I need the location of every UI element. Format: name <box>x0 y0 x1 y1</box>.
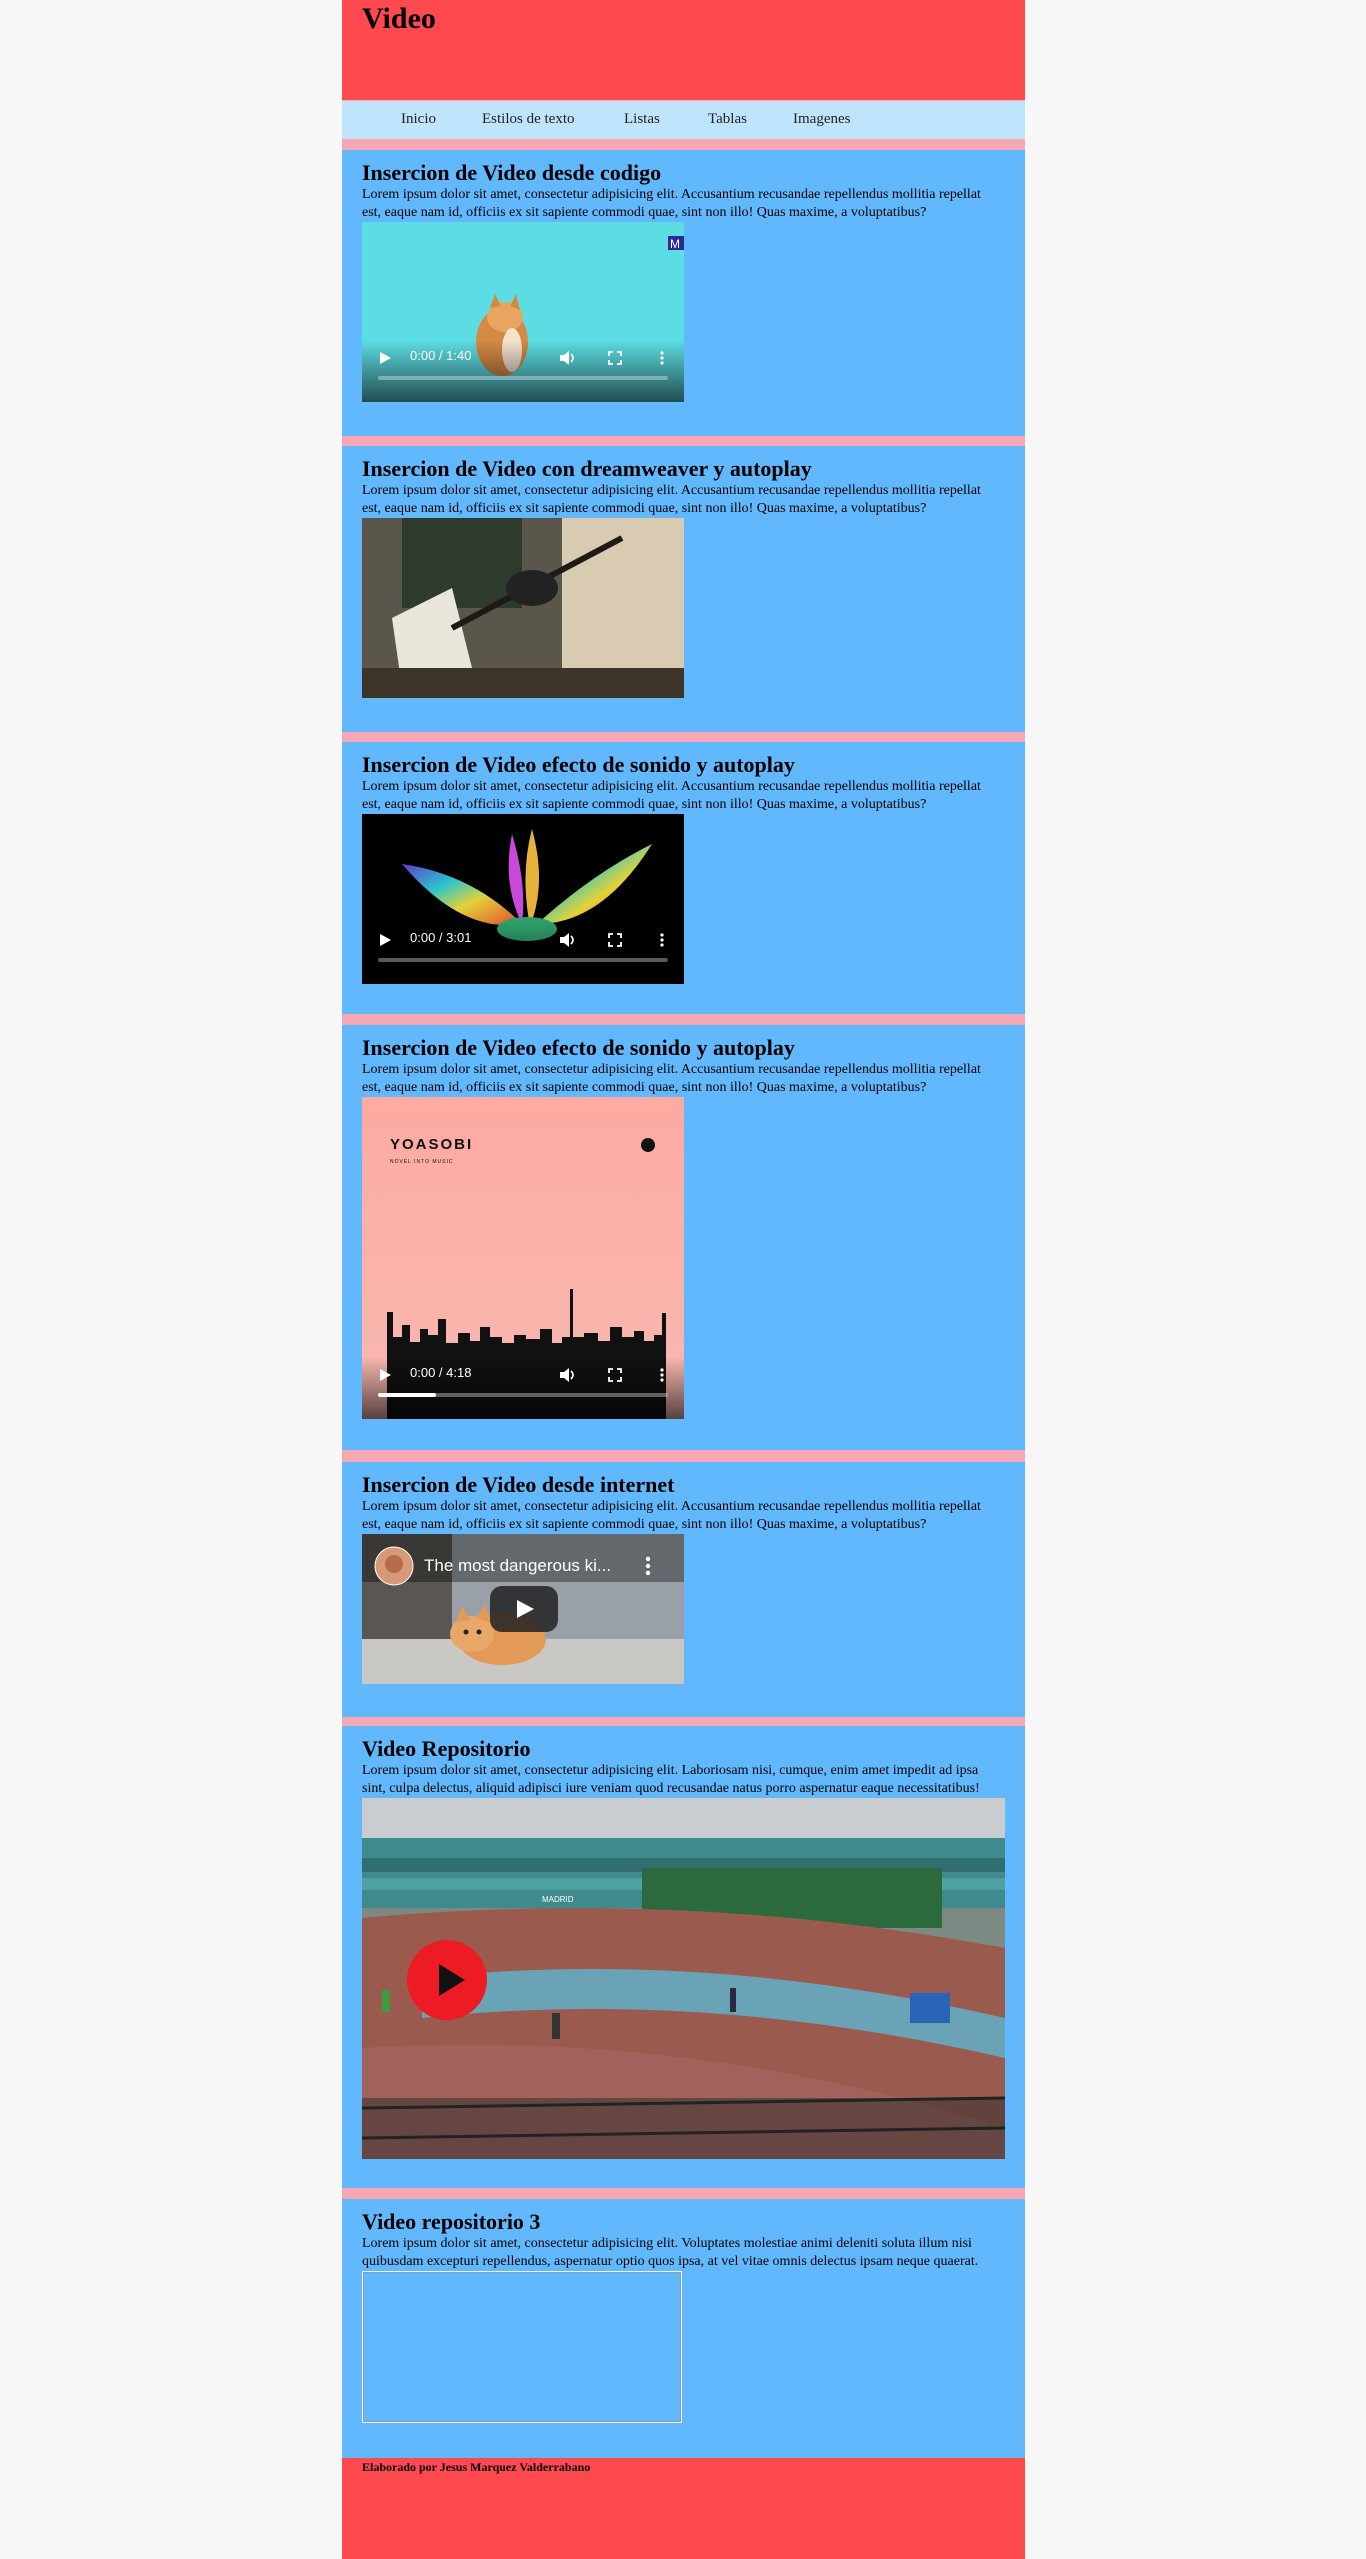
section-text: Lorem ipsum dolor sit amet, consectetur … <box>362 1499 981 1532</box>
section-video-internet: Insercion de Video desde internet Lorem … <box>342 1462 1025 1717</box>
fullscreen-icon[interactable] <box>608 1368 622 1382</box>
section-video-repositorio: Video Repositorio Lorem ipsum dolor sit … <box>342 1726 1025 2188</box>
play-icon[interactable] <box>378 933 392 947</box>
section-text: Lorem ipsum dolor sit amet, consectetur … <box>362 2236 979 2269</box>
more-options-icon[interactable] <box>660 351 664 365</box>
svg-text:M: M <box>670 237 680 251</box>
red-play-button[interactable] <box>407 1940 487 2020</box>
section-video-repositorio-3: Video repositorio 3 Lorem ipsum dolor si… <box>342 2199 1025 2458</box>
video-controls: 0:00 / 1:40 <box>362 340 684 402</box>
section-video-dreamweaver: Insercion de Video con dreamweaver y aut… <box>342 446 1025 732</box>
play-icon <box>439 1964 465 1996</box>
volume-icon[interactable] <box>559 933 577 947</box>
play-icon[interactable] <box>378 1368 392 1382</box>
section-title: Insercion de Video efecto de sonido y au… <box>362 752 795 777</box>
more-options-icon[interactable] <box>660 1368 664 1382</box>
arena-banner: MADRID <box>542 1895 574 1904</box>
video-time: 0:00 / 1:40 <box>410 348 472 363</box>
video-progress-bar[interactable] <box>378 376 668 380</box>
nav-link-tablas[interactable]: Tablas <box>708 111 747 128</box>
section-video-codigo: Insercion de Video desde codigo Lorem ip… <box>342 150 1025 436</box>
volume-icon[interactable] <box>559 351 577 365</box>
page-title: Video <box>362 2 436 35</box>
poster-brand: YOASOBI <box>390 1136 473 1153</box>
video-time: 0:00 / 3:01 <box>410 930 472 945</box>
video-controls: 0:00 / 4:18 <box>362 1357 684 1419</box>
embed-title[interactable]: The most dangerous ki... <box>424 1556 611 1576</box>
empty-video-frame[interactable] <box>362 2271 682 2423</box>
video-player[interactable] <box>362 518 684 698</box>
video-player[interactable]: M 0:00 / 1:40 <box>362 222 684 402</box>
section-text: Lorem ipsum dolor sit amet, consectetur … <box>362 483 981 516</box>
fullscreen-icon[interactable] <box>608 933 622 947</box>
section-video-sonido-1: Insercion de Video efecto de sonido y au… <box>342 742 1025 1014</box>
repository-video[interactable]: MADRID <box>362 1798 1005 2159</box>
fullscreen-icon[interactable] <box>608 351 622 365</box>
section-title: Insercion de Video desde internet <box>362 1472 675 1497</box>
section-title: Insercion de Video con dreamweaver y aut… <box>362 456 812 481</box>
embed-more-icon[interactable] <box>645 1556 651 1581</box>
shamisen-video-frame <box>362 518 684 698</box>
section-title: Video Repositorio <box>362 1736 531 1761</box>
video-player[interactable]: 0:00 / 3:01 <box>362 814 684 984</box>
video-progress-fill <box>378 1393 436 1397</box>
poster-subtitle: NOVEL INTO MUSIC <box>390 1159 454 1165</box>
video-time: 0:00 / 4:18 <box>410 1365 472 1380</box>
page-container: Video Inicio Estilos de texto Listas Tab… <box>342 0 1025 2559</box>
video-progress-bar[interactable] <box>378 1393 668 1397</box>
section-text: Lorem ipsum dolor sit amet, consectetur … <box>362 1062 981 1095</box>
footer-credit: Elaborado por Jesus Marquez Valderrabano <box>362 2460 591 2474</box>
youtube-play-button[interactable] <box>490 1586 558 1632</box>
page-footer: Elaborado por Jesus Marquez Valderrabano <box>342 2458 1025 2559</box>
section-video-sonido-2: Insercion de Video efecto de sonido y au… <box>342 1025 1025 1450</box>
video-progress-bar[interactable] <box>378 958 668 962</box>
play-icon[interactable] <box>378 351 392 365</box>
video-controls: 0:00 / 3:01 <box>362 922 684 984</box>
section-text: Lorem ipsum dolor sit amet, consectetur … <box>362 779 981 812</box>
section-text: Lorem ipsum dolor sit amet, consectetur … <box>362 1763 980 1796</box>
nav-link-imagenes[interactable]: Imagenes <box>793 111 850 128</box>
more-options-icon[interactable] <box>660 933 664 947</box>
page-header: Video <box>342 0 1025 100</box>
section-title: Insercion de Video desde codigo <box>362 160 662 185</box>
video-player[interactable]: YOASOBI NOVEL INTO MUSIC 0:00 / 4:18 <box>362 1097 684 1419</box>
nav-link-inicio[interactable]: Inicio <box>401 111 436 128</box>
section-title: Video repositorio 3 <box>362 2209 541 2234</box>
play-icon <box>517 1600 534 1618</box>
youtube-embed[interactable]: The most dangerous ki... <box>362 1534 684 1684</box>
nav-link-estilos-de-texto[interactable]: Estilos de texto <box>482 111 575 128</box>
main-nav: Inicio Estilos de texto Listas Tablas Im… <box>342 101 1025 139</box>
nav-link-listas[interactable]: Listas <box>624 111 660 128</box>
volume-icon[interactable] <box>559 1368 577 1382</box>
section-title: Insercion de Video efecto de sonido y au… <box>362 1035 795 1060</box>
section-text: Lorem ipsum dolor sit amet, consectetur … <box>362 187 981 220</box>
